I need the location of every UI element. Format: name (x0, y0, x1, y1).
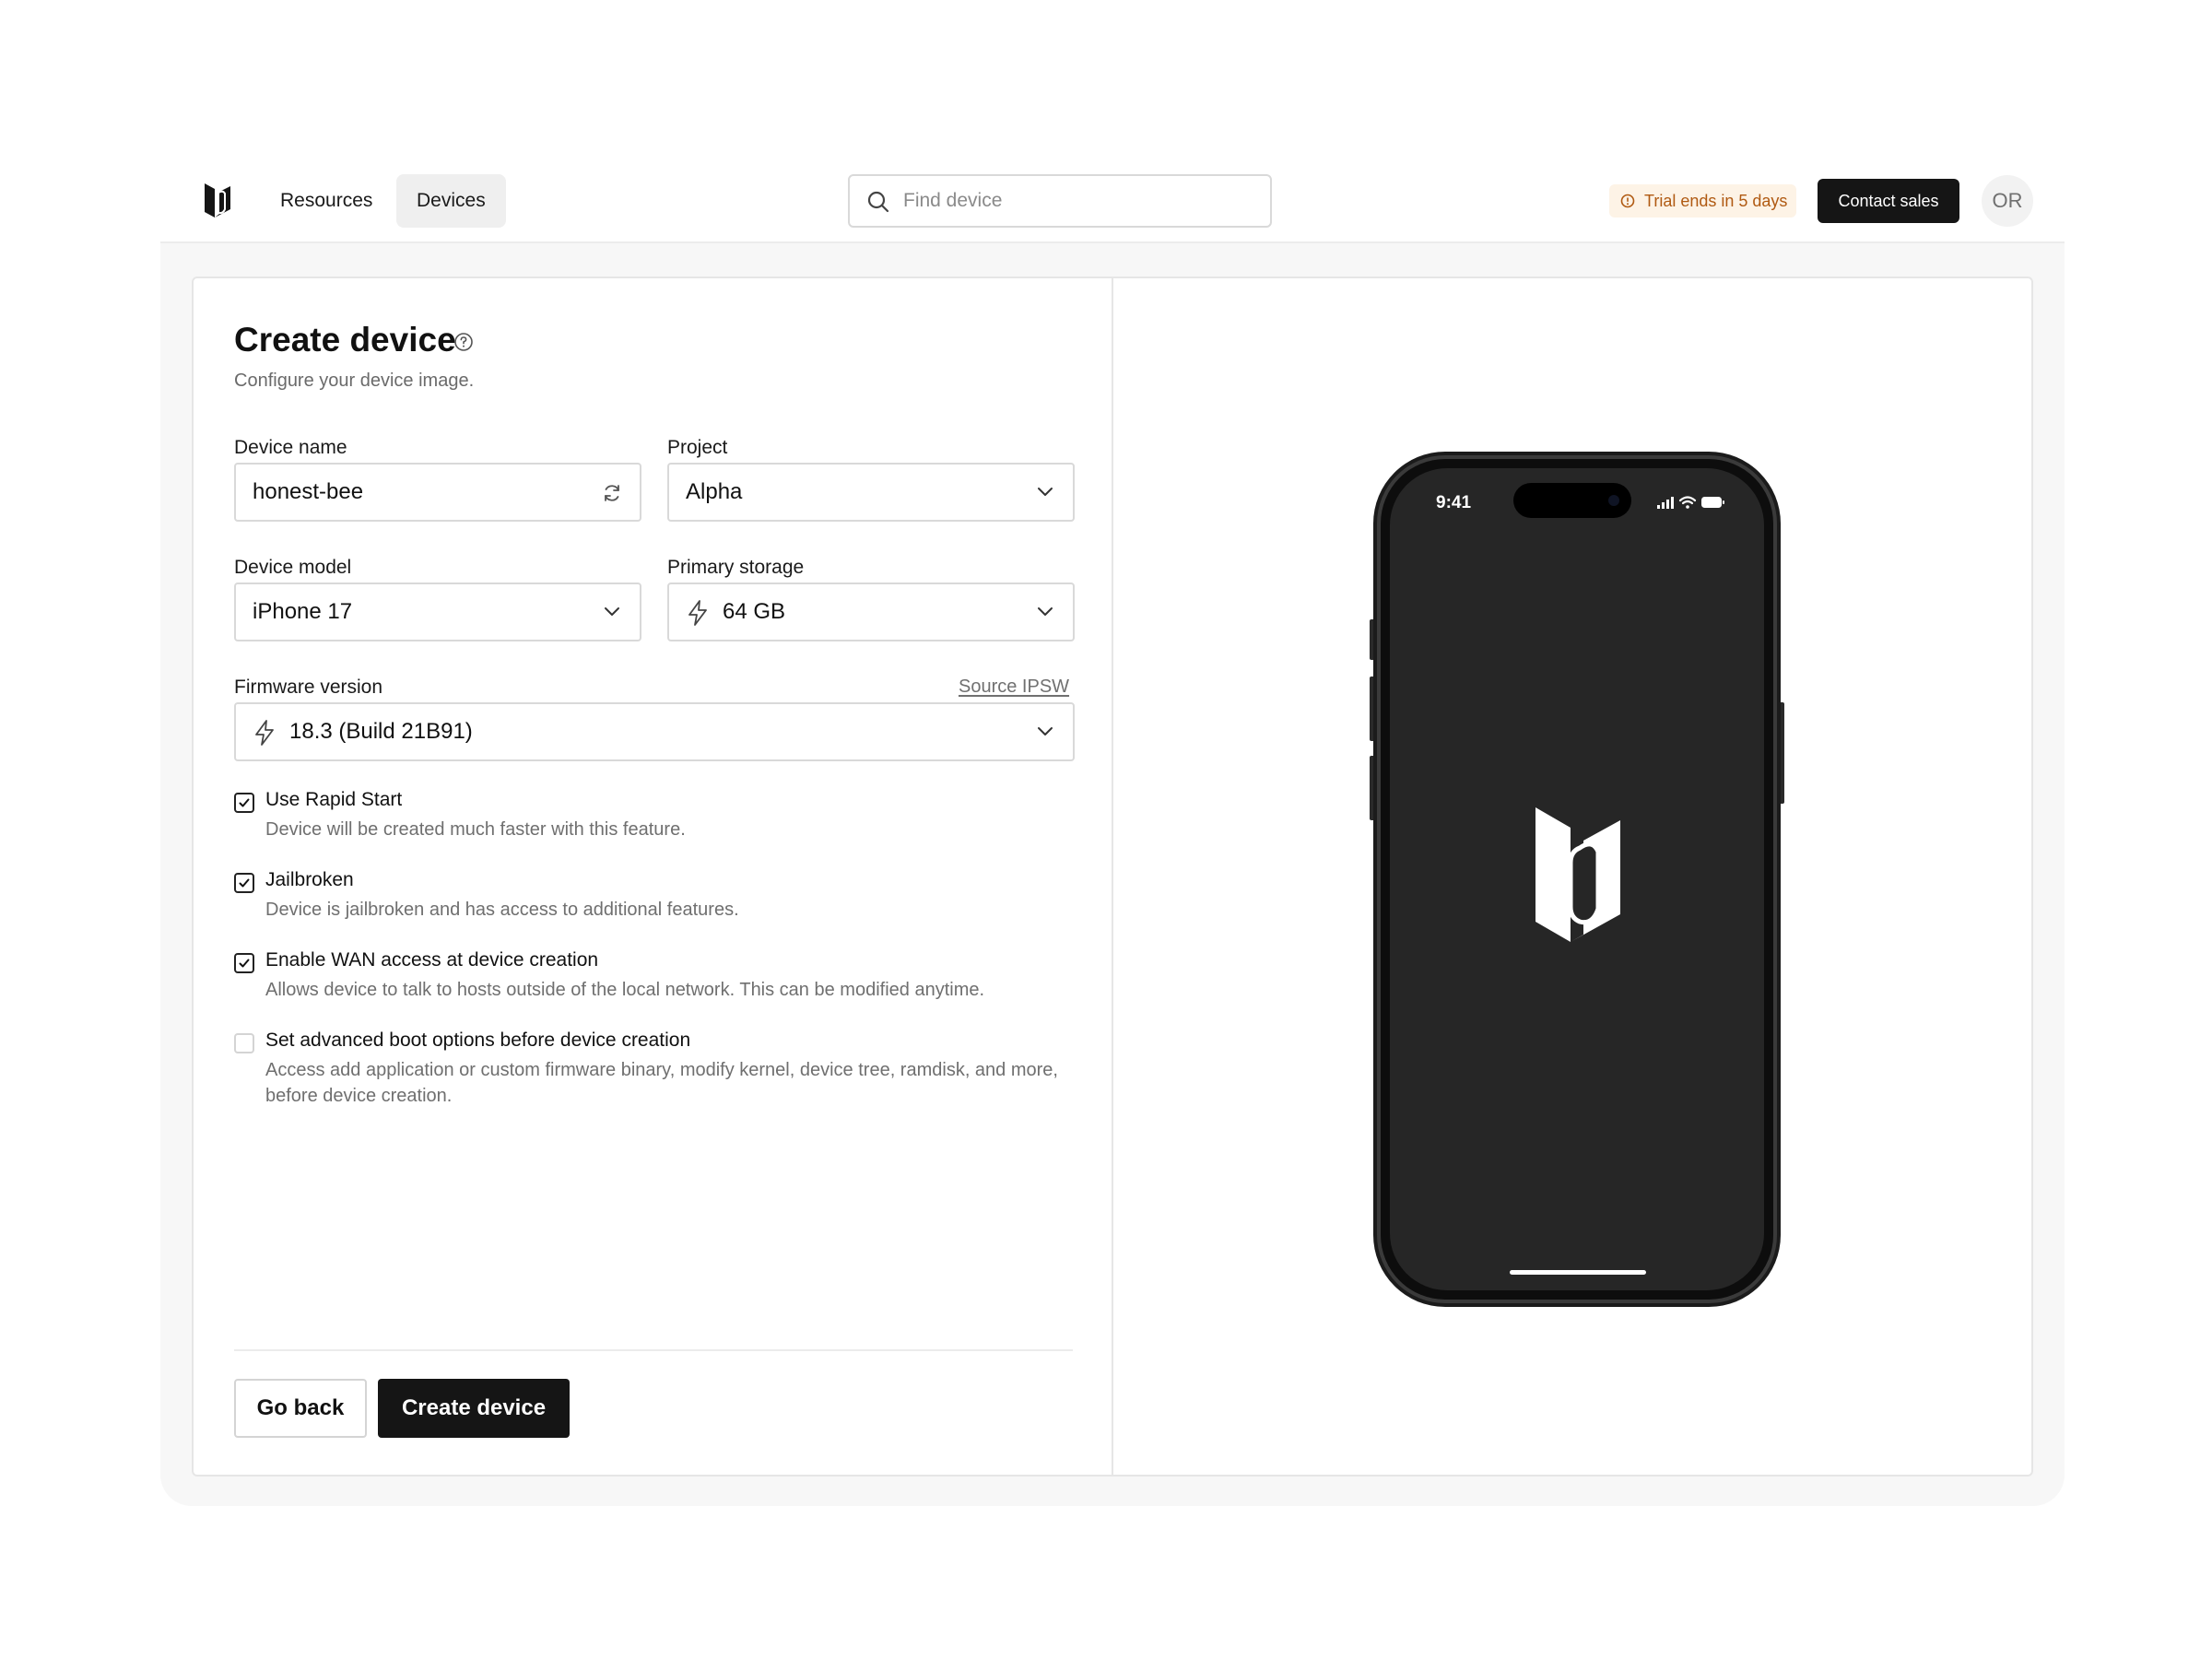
firmware-label: Firmware version (234, 677, 383, 698)
search-icon (867, 191, 889, 213)
rapid-start-checkbox[interactable] (234, 793, 254, 813)
device-name-field[interactable]: honest-bee (234, 463, 641, 522)
rapid-start-title: Use Rapid Start (265, 789, 403, 810)
search-input[interactable] (903, 176, 1253, 226)
page-subtitle: Configure your device image. (234, 371, 475, 391)
nav-devices[interactable]: Devices (396, 174, 506, 228)
form-pane: Create device Configure your device imag… (194, 278, 1113, 1475)
lightning-icon (255, 720, 274, 746)
primary-storage-select[interactable]: 64 GB (667, 582, 1075, 641)
check-icon (239, 798, 250, 807)
firmware-select[interactable]: 18.3 (Build 21B91) (234, 702, 1075, 761)
battery-icon (1701, 497, 1724, 508)
jailbroken-desc: Device is jailbroken and has access to a… (265, 900, 739, 920)
nav-resources[interactable]: Resources (260, 174, 393, 228)
refresh-icon[interactable] (601, 482, 623, 504)
jailbroken-title: Jailbroken (265, 869, 354, 890)
advanced-boot-desc: Access add application or custom firmwar… (265, 1060, 1058, 1106)
rapid-start-desc: Device will be created much faster with … (265, 819, 686, 840)
device-model-value: iPhone 17 (253, 599, 353, 624)
wan-access-checkbox[interactable] (234, 953, 254, 973)
check-icon (239, 878, 250, 888)
chevron-down-icon (1038, 488, 1053, 496)
create-device-card: Create device Configure your device imag… (192, 276, 2033, 1477)
page-title: Create device (234, 321, 456, 359)
advanced-boot-title: Set advanced boot options before device … (265, 1030, 691, 1051)
search-box (848, 174, 1272, 228)
device-preview: 9:41 (1370, 448, 1784, 1319)
status-time: 9:41 (1436, 493, 1471, 512)
device-name-label: Device name (234, 437, 347, 458)
trial-badge[interactable]: Trial ends in 5 days (1609, 184, 1797, 218)
trial-text: Trial ends in 5 days (1644, 192, 1788, 210)
primary-storage-value: 64 GB (723, 599, 786, 624)
lightning-icon (688, 600, 707, 626)
project-select[interactable]: Alpha (667, 463, 1075, 522)
check-icon (239, 959, 250, 968)
source-ipsw-link[interactable]: Source IPSW (959, 677, 1069, 698)
app-window: Resources Devices Trial ends in 5 days C… (160, 159, 2065, 1506)
device-model-label: Device model (234, 557, 352, 578)
device-model-select[interactable]: iPhone 17 (234, 582, 641, 641)
chevron-down-icon (1038, 607, 1053, 616)
chevron-down-icon (1038, 727, 1053, 735)
contact-sales-button[interactable]: Contact sales (1818, 179, 1959, 223)
go-back-button[interactable]: Go back (234, 1379, 367, 1438)
jailbroken-checkbox[interactable] (234, 873, 254, 893)
project-value: Alpha (686, 479, 743, 504)
alert-circle-icon (1620, 194, 1635, 208)
create-device-button[interactable]: Create device (378, 1379, 570, 1438)
device-name-value: honest-bee (253, 479, 364, 504)
primary-storage-label: Primary storage (667, 557, 805, 578)
wan-access-desc: Allows device to talk to hosts outside o… (265, 980, 985, 1000)
project-label: Project (667, 437, 728, 458)
chevron-down-icon (605, 607, 619, 616)
firmware-value: 18.3 (Build 21B91) (289, 719, 473, 744)
wan-access-title: Enable WAN access at device creation (265, 949, 599, 971)
footer-divider (234, 1349, 1073, 1351)
help-circle-icon[interactable] (453, 332, 474, 352)
brand-logo-icon[interactable] (203, 181, 232, 221)
iphone-mockup: 9:41 (1370, 452, 1784, 1307)
advanced-boot-checkbox[interactable] (234, 1033, 254, 1053)
avatar[interactable]: OR (1982, 175, 2033, 227)
top-navigation-bar: Resources Devices Trial ends in 5 days C… (160, 159, 2065, 243)
